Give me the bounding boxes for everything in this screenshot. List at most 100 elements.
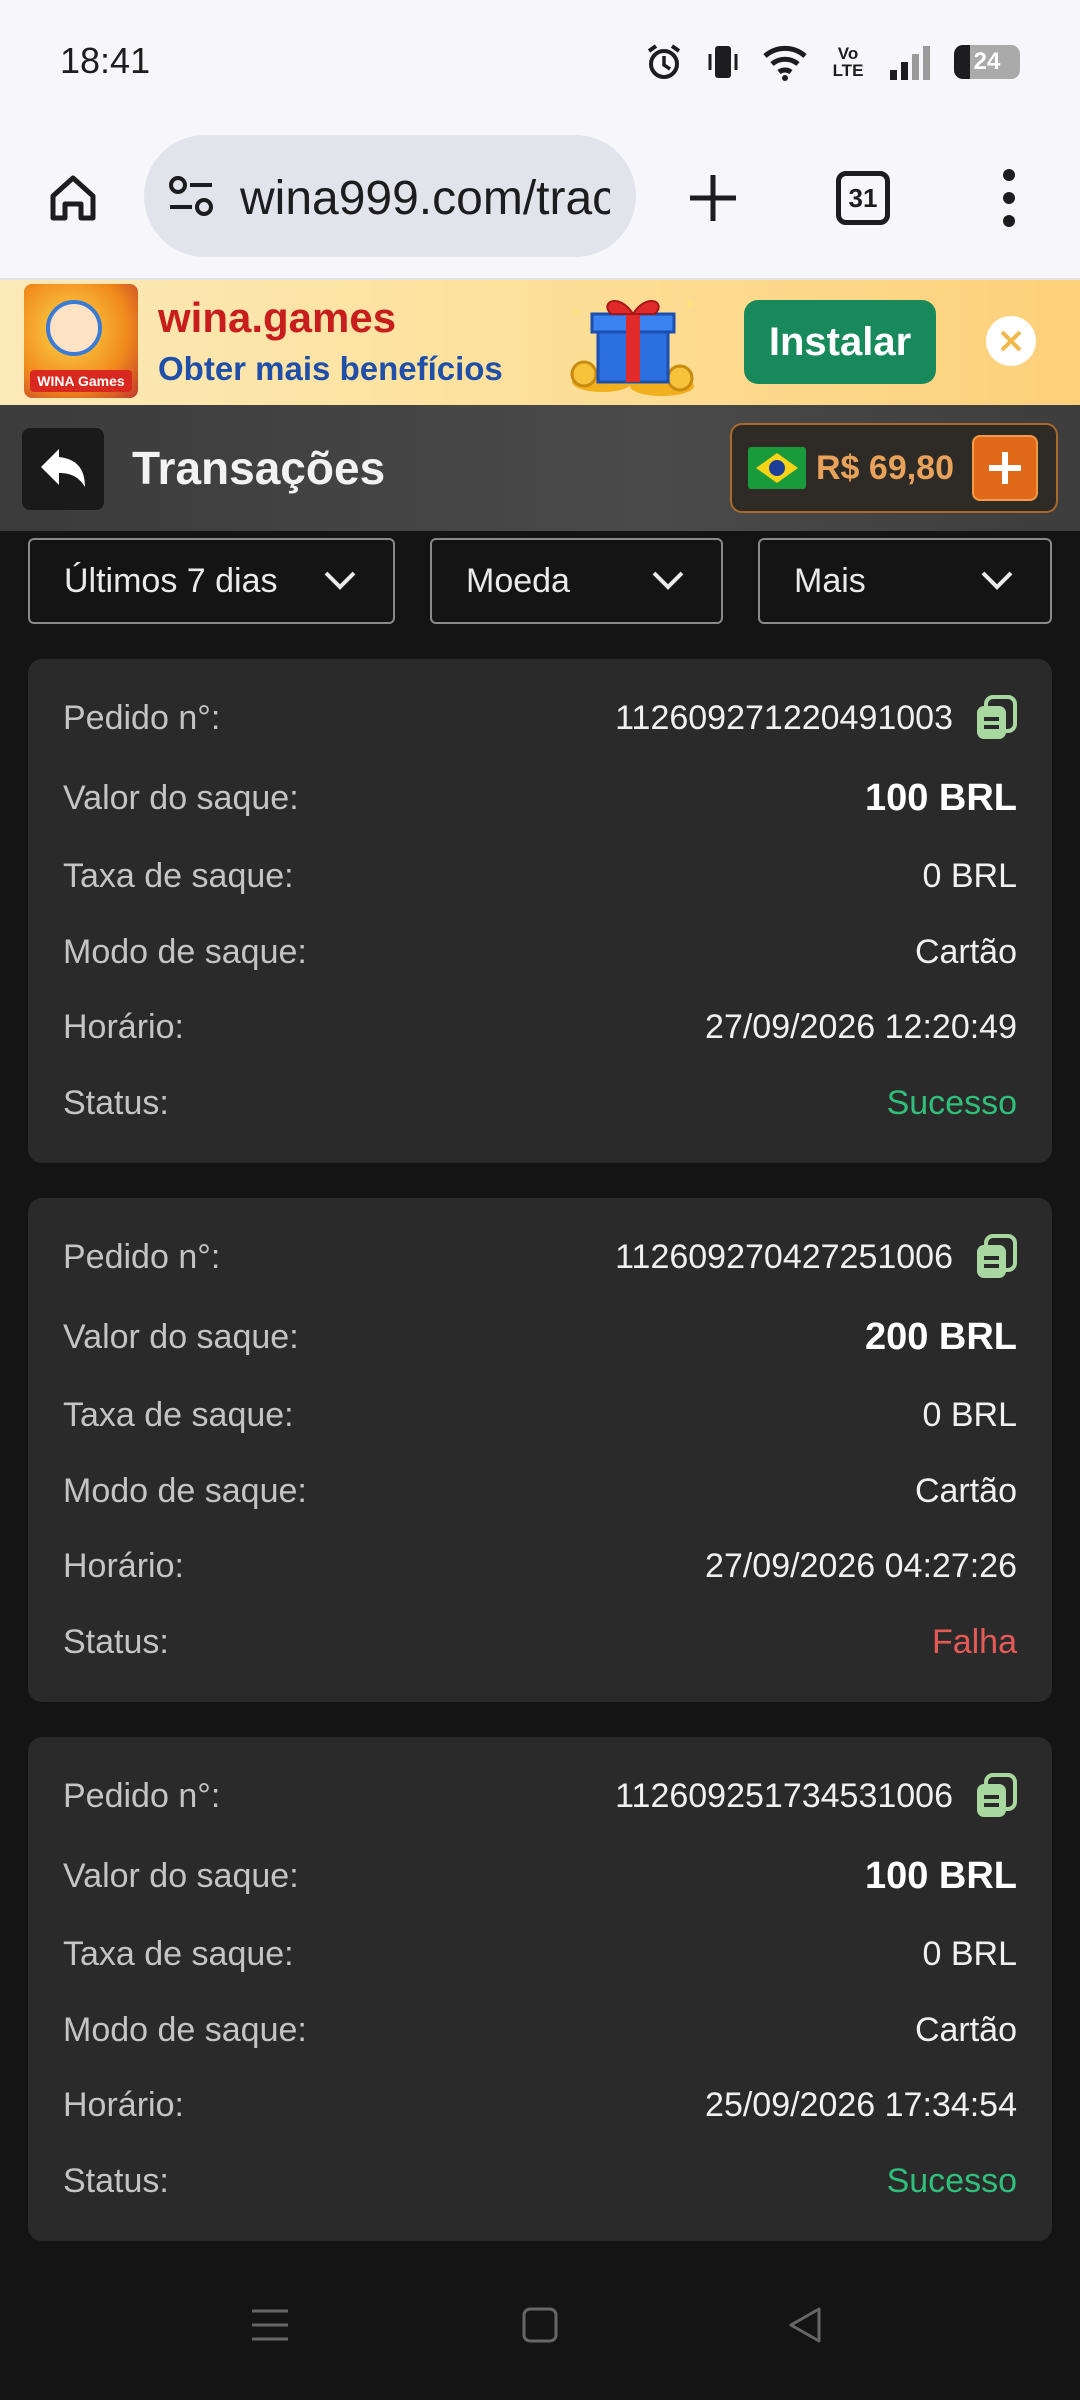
mode-value: Cartão [914, 2010, 1017, 2049]
order-id: 112609251734531006 [615, 1776, 953, 1815]
fee-row: Taxa de saque: 0 BRL [63, 846, 1017, 906]
period-filter-label: Últimos 7 dias [64, 561, 278, 600]
status-time: 18:41 [60, 40, 151, 81]
app-header: Transações R$ 69,80 [0, 405, 1080, 531]
order-label: Pedido n°: [63, 698, 221, 737]
order-id: 112609271220491003 [615, 698, 953, 737]
install-banner: WINA Games wina.games Obter mais benefíc… [0, 280, 1080, 405]
balance-widget: R$ 69,80 [730, 423, 1058, 513]
mode-label: Modo de saque: [63, 2010, 307, 2049]
order-value: 112609270427251006 [615, 1234, 1017, 1280]
menu-lines-icon [252, 2309, 288, 2341]
fee-label: Taxa de saque: [63, 1395, 294, 1434]
copy-icon[interactable] [975, 695, 1017, 741]
plus-icon [989, 452, 1021, 484]
amount-label: Valor do saque: [63, 1317, 299, 1356]
chevron-down-icon [981, 571, 1013, 590]
status-label: Status: [63, 2161, 169, 2200]
mode-row: Modo de saque: Cartão [63, 1461, 1017, 1521]
mode-label: Modo de saque: [63, 1471, 307, 1510]
url-text[interactable]: wina999.com/trac [240, 171, 610, 226]
time-value: 25/09/2026 17:34:54 [705, 2085, 1017, 2124]
triangle-back-icon [789, 2307, 821, 2343]
amount-label: Valor do saque: [63, 1856, 299, 1895]
amount-label: Valor do saque: [63, 778, 299, 817]
home-button[interactable] [40, 165, 106, 231]
status-label: Status: [63, 1622, 169, 1661]
transaction-card: Pedido n°: 112609251734531006 Valor do s… [28, 1737, 1052, 2241]
fee-value: 0 BRL [922, 1934, 1018, 1973]
filter-bar: Últimos 7 dias Moeda Mais [28, 538, 1052, 626]
vibrate-icon [706, 42, 740, 82]
amount-row: Valor do saque: 100 BRL [63, 768, 1017, 828]
transaction-card: Pedido n°: 112609271220491003 Valor do s… [28, 659, 1052, 1163]
address-bar[interactable]: wina999.com/trac [144, 135, 636, 257]
banner-subtitle: Obter mais benefícios [158, 350, 503, 387]
amount-row: Valor do saque: 100 BRL [63, 1846, 1017, 1906]
time-row: Horário: 27/09/2026 12:20:49 [63, 997, 1017, 1057]
order-id: 112609270427251006 [615, 1237, 953, 1276]
status-row: Status: Sucesso [63, 1073, 1017, 1133]
back-nav-button[interactable] [770, 2290, 840, 2360]
brazil-flag-icon [748, 447, 806, 489]
fee-label: Taxa de saque: [63, 856, 294, 895]
battery-level: 24 [973, 48, 1001, 75]
chevron-down-icon [652, 571, 684, 590]
order-row: Pedido n°: 112609271220491003 [63, 688, 1017, 748]
status-badge: Sucesso [886, 1083, 1017, 1122]
order-label: Pedido n°: [63, 1776, 221, 1815]
status-badge: Falha [931, 1622, 1017, 1661]
copy-icon[interactable] [975, 1773, 1017, 1819]
mode-row: Modo de saque: Cartão [63, 922, 1017, 982]
time-value: 27/09/2026 12:20:49 [705, 1007, 1017, 1046]
copy-icon[interactable] [975, 1234, 1017, 1280]
fee-label: Taxa de saque: [63, 1934, 294, 1973]
currency-filter-label: Moeda [466, 561, 570, 600]
new-tab-button[interactable] [680, 165, 746, 231]
amount-value: 200 BRL [864, 1315, 1017, 1358]
fee-row: Taxa de saque: 0 BRL [63, 1385, 1017, 1445]
status-bar: 18:41 Vo LTE 24 [0, 0, 1080, 125]
balance-amount: R$ 69,80 [816, 449, 954, 487]
banner-close-button[interactable] [986, 316, 1036, 366]
more-filter-label: Mais [794, 561, 866, 600]
home-icon [50, 175, 96, 221]
page-title: Transações [132, 442, 386, 494]
mode-value: Cartão [914, 1471, 1017, 1510]
site-settings-icon[interactable] [166, 173, 216, 224]
signal-icon [888, 42, 932, 82]
close-icon [1000, 330, 1022, 352]
time-row: Horário: 27/09/2026 04:27:26 [63, 1536, 1017, 1596]
time-label: Horário: [63, 1546, 184, 1585]
period-filter-dropdown[interactable]: Últimos 7 dias [28, 538, 395, 624]
plus-icon [690, 175, 736, 221]
mode-row: Modo de saque: Cartão [63, 2000, 1017, 2060]
alarm-icon [644, 42, 684, 82]
order-label: Pedido n°: [63, 1237, 221, 1276]
transaction-card: Pedido n°: 112609270427251006 Valor do s… [28, 1198, 1052, 1702]
back-button[interactable] [22, 428, 104, 510]
home-nav-button[interactable] [505, 2290, 575, 2360]
fee-value: 0 BRL [922, 856, 1018, 895]
recents-button[interactable] [235, 2290, 305, 2360]
amount-value: 100 BRL [864, 1854, 1017, 1897]
more-filter-dropdown[interactable]: Mais [758, 538, 1052, 624]
system-navigation-bar [0, 2250, 1080, 2400]
amount-row: Valor do saque: 200 BRL [63, 1307, 1017, 1367]
mode-value: Cartão [914, 932, 1017, 971]
chevron-down-icon [324, 571, 356, 590]
currency-filter-dropdown[interactable]: Moeda [430, 538, 723, 624]
order-value: 112609251734531006 [615, 1773, 1017, 1819]
time-label: Horário: [63, 2085, 184, 2124]
fee-row: Taxa de saque: 0 BRL [63, 1924, 1017, 1984]
browser-toolbar: wina999.com/trac 31 [0, 125, 1080, 280]
tab-switcher-button[interactable]: 31 [836, 171, 890, 225]
order-value: 112609271220491003 [615, 695, 1017, 741]
status-badge: Sucesso [886, 2161, 1017, 2200]
install-button[interactable]: Instalar [744, 300, 936, 384]
status-label: Status: [63, 1083, 169, 1122]
deposit-button[interactable] [972, 435, 1038, 501]
time-label: Horário: [63, 1007, 184, 1046]
browser-menu-button[interactable] [984, 165, 1034, 231]
time-value: 27/09/2026 04:27:26 [705, 1546, 1017, 1585]
